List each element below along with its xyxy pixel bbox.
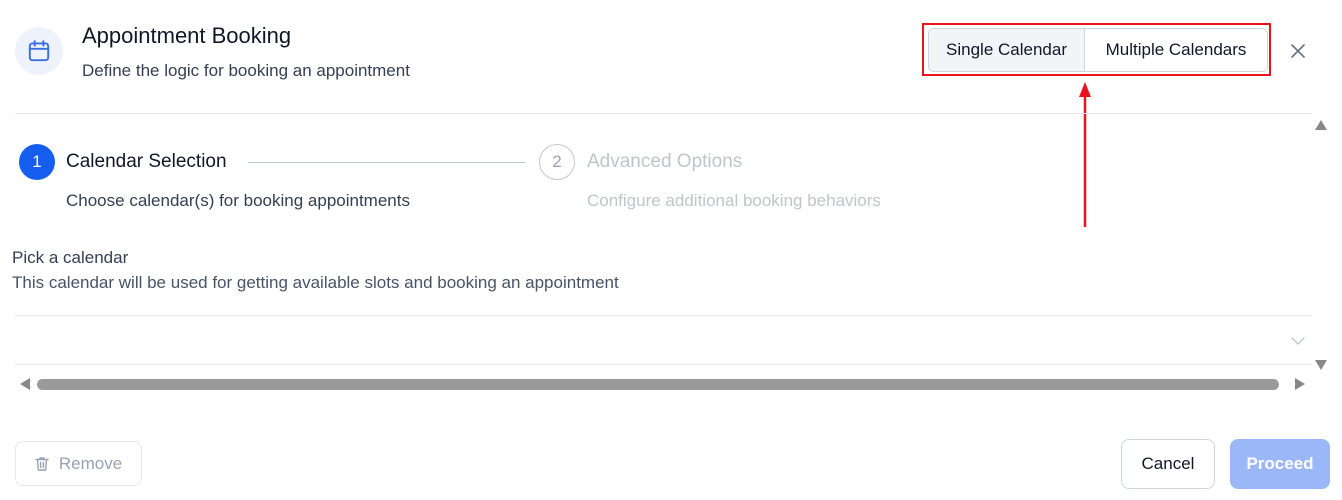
pick-calendar-help: This calendar will be used for getting a… xyxy=(12,273,619,292)
modal-title: Appointment Booking xyxy=(82,23,292,48)
calendar-select[interactable] xyxy=(15,315,1312,365)
proceed-button[interactable]: Proceed xyxy=(1230,439,1330,489)
scroll-right-arrow-icon[interactable] xyxy=(1293,377,1307,391)
step-connector xyxy=(248,162,525,163)
calendar-icon xyxy=(15,27,63,75)
scroll-up-arrow-icon[interactable] xyxy=(1313,118,1329,132)
cancel-button[interactable]: Cancel xyxy=(1121,439,1215,489)
remove-button-label: Remove xyxy=(58,453,123,473)
step-1-description: Choose calendar(s) for booking appointme… xyxy=(66,191,410,210)
pick-calendar-label: Pick a calendar xyxy=(12,248,129,267)
scroll-left-arrow-icon[interactable] xyxy=(18,377,32,391)
horizontal-scrollbar-thumb[interactable] xyxy=(37,379,1279,390)
header-divider xyxy=(15,113,1312,114)
calendar-mode-toggle: Single Calendar Multiple Calendars xyxy=(928,28,1268,72)
close-icon[interactable] xyxy=(1286,39,1310,63)
step-2-title: Advanced Options xyxy=(587,151,743,172)
modal-subtitle: Define the logic for booking an appointm… xyxy=(82,61,410,80)
scroll-down-arrow-icon[interactable] xyxy=(1313,358,1329,372)
remove-button[interactable]: Remove xyxy=(15,441,142,486)
step-2-number: 2 xyxy=(539,144,575,180)
annotation-arrow xyxy=(1079,82,1091,227)
single-calendar-button[interactable]: Single Calendar xyxy=(929,29,1085,71)
multiple-calendars-button[interactable]: Multiple Calendars xyxy=(1085,29,1267,71)
trash-icon xyxy=(35,456,49,471)
step-1-title: Calendar Selection xyxy=(66,151,227,172)
chevron-down-icon[interactable] xyxy=(1290,333,1306,349)
step-2-description: Configure additional booking behaviors xyxy=(587,191,881,210)
step-1-number: 1 xyxy=(19,144,55,180)
